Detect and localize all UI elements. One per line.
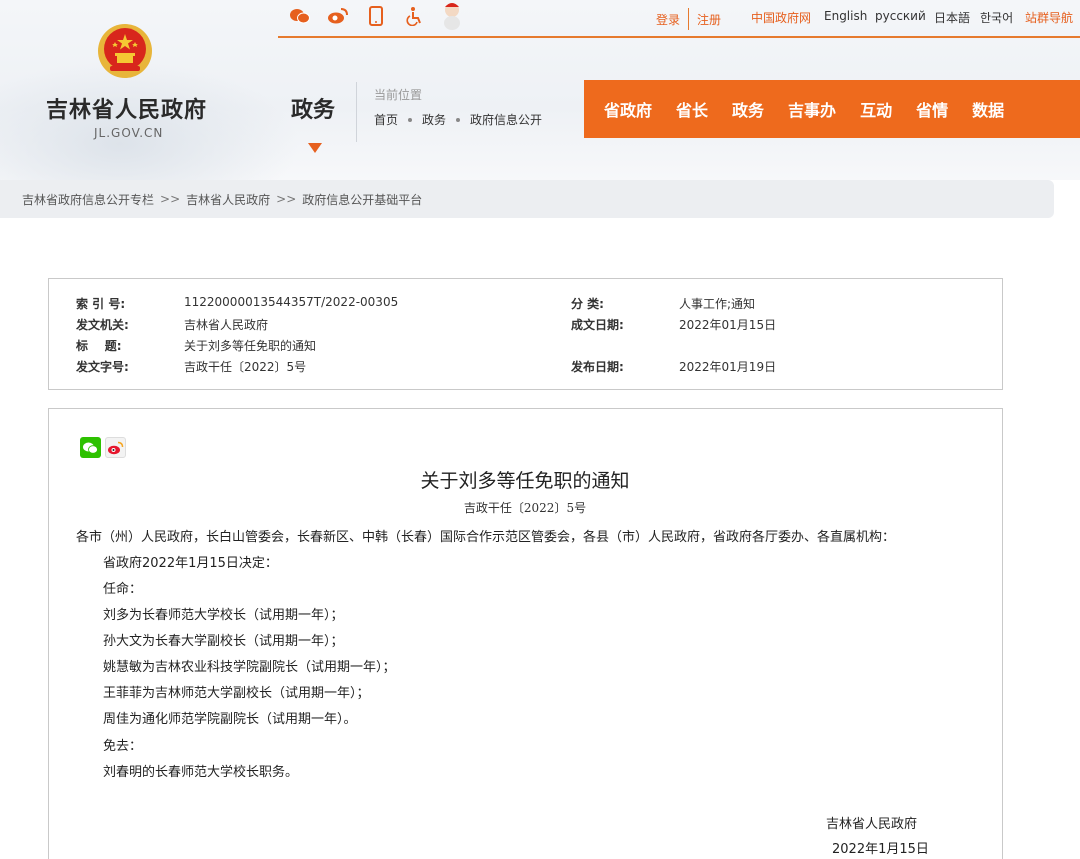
breadcrumb-item[interactable]: 吉林省政府信息公开专栏 (22, 191, 154, 208)
meta-publish-date-value: 2022年01月19日 (679, 360, 777, 374)
share-buttons (80, 437, 126, 458)
meta-title-value: 关于刘多等任免职的通知 (184, 339, 317, 353)
site-nav-link[interactable]: 站群导航 (1025, 9, 1073, 26)
register-link[interactable]: 注册 (697, 11, 721, 28)
meta-issuer-label: 发文机关: (76, 318, 129, 332)
meta-doc-no-label: 发文字号: (76, 360, 129, 374)
meta-category-label: 分 类: (571, 297, 604, 311)
document-date: 2022年1月15日 (832, 842, 929, 857)
dot-separator-icon (408, 117, 413, 122)
account-links: 登录 注册 (656, 8, 721, 30)
link-separator (688, 8, 690, 30)
appointment-item: 周佳为通化师范学院副院长（试用期一年）。 (103, 712, 357, 727)
gov-cn-link[interactable]: 中国政府网 (751, 9, 811, 26)
russian-link[interactable]: русский (875, 9, 926, 23)
site-domain: JL.GOV.CN (94, 126, 164, 140)
weibo-icon[interactable] (326, 4, 350, 28)
meta-index-value: 11220000013544357T/2022-00305 (184, 295, 399, 309)
meta-title-label: 标 题: (76, 339, 122, 353)
position-label: 当前位置 (374, 88, 423, 102)
meta-written-date-label: 成文日期: (571, 318, 624, 332)
dot-separator-icon (456, 117, 461, 122)
breadcrumb-separator: >> (160, 192, 181, 206)
share-weixin-icon[interactable] (80, 437, 101, 458)
meta-category-value: 人事工作;通知 (679, 297, 756, 311)
meta-publish-date-label: 发布日期: (571, 360, 624, 374)
document-signature: 吉林省人民政府 (826, 817, 918, 832)
nav-item-data[interactable]: 数据 (972, 97, 1004, 121)
section-title: 政务 (291, 98, 336, 123)
breadcrumb-item[interactable]: 政府信息公开基础平台 (302, 191, 422, 208)
nav-item-provincial-gov[interactable]: 省政府 (604, 97, 652, 121)
share-weibo-icon[interactable] (105, 437, 126, 458)
site-name[interactable]: 吉林省人民政府 (46, 92, 207, 124)
location-affairs-link[interactable]: 政务 (422, 111, 446, 128)
national-emblem-icon (98, 24, 152, 78)
location-home-link[interactable]: 首页 (374, 111, 398, 128)
korean-link[interactable]: 한국어 (980, 9, 1013, 26)
meta-written-date-value: 2022年01月15日 (679, 318, 777, 332)
nav-item-affairs[interactable]: 政务 (732, 97, 764, 121)
breadcrumb: 吉林省政府信息公开专栏 >> 吉林省人民政府 >> 政府信息公开基础平台 (0, 180, 1054, 218)
top-icon-bar (288, 3, 464, 30)
dismissal-item: 刘春明的长春师范大学校长职务。 (103, 765, 299, 780)
main-nav: 省政府 省长 政务 吉事办 互动 省情 数据 (584, 80, 1080, 138)
section-arrow-icon (308, 143, 322, 153)
appointment-item: 孙大文为长春大学副校长（试用期一年）； (103, 634, 344, 649)
english-link[interactable]: English (824, 9, 867, 23)
weixin-icon[interactable] (288, 4, 312, 28)
meta-doc-no-value: 吉政干任〔2022〕5号 (184, 360, 307, 374)
nav-item-governor[interactable]: 省长 (676, 97, 708, 121)
document-decision: 省政府2022年1月15日决定： (103, 556, 278, 571)
location-disclosure-link[interactable]: 政府信息公开 (470, 111, 542, 128)
vertical-divider (356, 82, 357, 142)
appoint-label: 任命： (103, 582, 143, 597)
login-link[interactable]: 登录 (656, 11, 680, 28)
mobile-icon[interactable] (364, 4, 388, 28)
accessibility-icon[interactable] (402, 4, 426, 28)
document-number: 吉政干任〔2022〕5号 (463, 501, 587, 515)
japanese-link[interactable]: 日本語 (934, 9, 970, 26)
breadcrumb-separator: >> (276, 192, 297, 206)
meta-index-label: 索 引 号: (76, 297, 126, 311)
dismiss-label: 免去： (103, 739, 143, 754)
location-breadcrumb: 首页 政务 政府信息公开 (374, 111, 542, 128)
nav-item-interaction[interactable]: 互动 (860, 97, 892, 121)
mascot-icon[interactable] (440, 3, 464, 30)
meta-issuer-value: 吉林省人民政府 (184, 318, 269, 332)
nav-item-province-info[interactable]: 省情 (916, 97, 948, 121)
top-divider-line (278, 36, 1080, 38)
document-recipients: 各市（州）人民政府，长白山管委会，长春新区、中韩（长春）国际合作示范区管委会，各… (76, 530, 896, 545)
appointment-item: 姚慧敏为吉林农业科技学院副院长（试用期一年）； (103, 660, 396, 675)
appointment-item: 王菲菲为吉林师范大学副校长（试用期一年）； (103, 686, 370, 701)
nav-item-jishiban[interactable]: 吉事办 (788, 97, 836, 121)
breadcrumb-item[interactable]: 吉林省人民政府 (186, 191, 270, 208)
appointment-item: 刘多为长春师范大学校长（试用期一年）； (103, 608, 344, 623)
document-title: 关于刘多等任免职的通知 (420, 470, 630, 492)
